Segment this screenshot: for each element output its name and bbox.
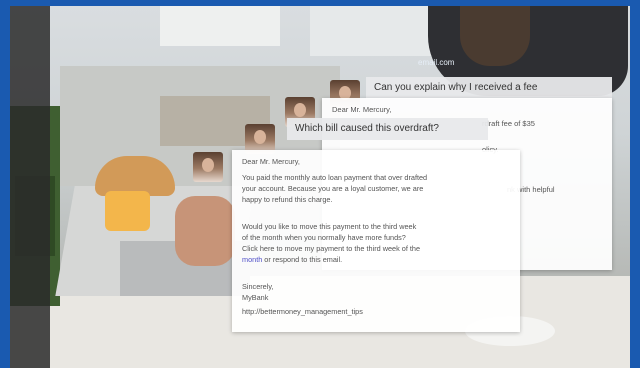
- link-suffix: or respond to this email.: [262, 255, 343, 264]
- body-line: happy to refund this charge.: [242, 195, 333, 204]
- person-beard: [460, 6, 530, 66]
- body-line: Would you like to move this payment to t…: [242, 222, 417, 231]
- move-payment-link[interactable]: Click here to move my payment to the thi…: [242, 243, 420, 254]
- body-line: You paid the monthly auto loan payment t…: [242, 173, 428, 182]
- question-bubble: Which bill caused this overdraft?: [287, 118, 488, 140]
- question-bubble: Can you explain why I received a fee: [366, 77, 612, 99]
- signature: MyBank: [242, 293, 269, 302]
- window: [160, 6, 280, 46]
- text-fragment: rdraft fee of $35: [482, 119, 535, 128]
- body-line: your account. Because you are a loyal cu…: [242, 184, 424, 193]
- move-payment-link-line: month or respond to this email.: [242, 254, 342, 265]
- closing: Sincerely,: [242, 282, 274, 291]
- email-fragment: email.com: [418, 58, 455, 67]
- email-reply-card: Dear Mr. Mercury, You paid the monthly a…: [232, 150, 520, 332]
- body-line: of the month when you normally have more…: [242, 233, 406, 242]
- chair: [10, 6, 50, 368]
- salutation: Dear Mr. Mercury,: [242, 157, 300, 166]
- juice-glass: [105, 191, 150, 231]
- salutation: Dear Mr. Mercury,: [332, 105, 392, 114]
- tips-link[interactable]: http://bettermoney_management_tips: [242, 306, 363, 317]
- move-payment-link[interactable]: month: [242, 255, 262, 264]
- customer-avatar: [193, 152, 223, 182]
- hands: [175, 196, 235, 266]
